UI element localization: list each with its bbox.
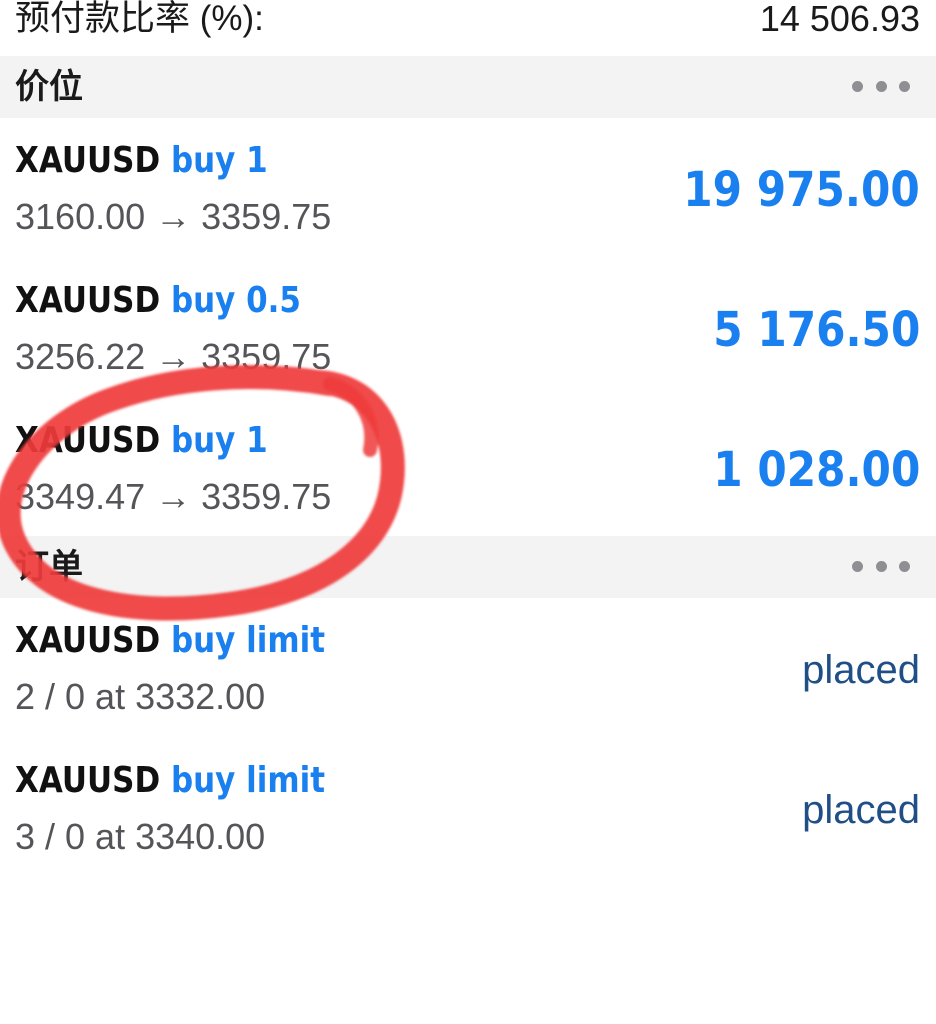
position-side: buy 1: [170, 420, 268, 461]
positions-section-header: 价位: [0, 56, 936, 118]
ellipsis-icon: [852, 80, 863, 92]
position-side: buy 0.5: [170, 280, 301, 321]
position-profit: 19 975.00: [683, 162, 920, 218]
position-side: buy 1: [170, 140, 268, 181]
position-row[interactable]: XAUUSD buy 1 3349.47 → 3359.75 1 028.00: [0, 398, 936, 538]
orders-section-header: 订单: [0, 536, 936, 598]
orders-more-button[interactable]: [852, 556, 910, 576]
position-symbol: XAUUSD: [15, 140, 161, 181]
ellipsis-icon: [852, 560, 863, 572]
orders-section-title: 订单: [15, 547, 83, 587]
position-price-change: 3160.00 → 3359.75: [15, 196, 332, 237]
order-status: placed: [802, 788, 920, 832]
order-type: buy limit: [170, 620, 326, 661]
position-price-change: 3256.22 → 3359.75: [15, 336, 332, 377]
order-status: placed: [802, 648, 920, 692]
positions-section-title: 价位: [15, 67, 83, 107]
margin-level-label: 预付款比率 (%):: [15, 0, 264, 38]
order-row[interactable]: XAUUSD buy limit 2 / 0 at 3332.00 placed: [0, 598, 936, 738]
position-price-change: 3349.47 → 3359.75: [15, 476, 332, 517]
position-profit: 5 176.50: [712, 302, 920, 358]
positions-more-button[interactable]: [852, 76, 910, 96]
order-type: buy limit: [170, 760, 326, 801]
margin-level-row: 预付款比率 (%): 14 506.93: [0, 0, 936, 56]
position-symbol: XAUUSD: [15, 420, 161, 461]
order-details: 2 / 0 at 3332.00: [15, 676, 266, 717]
order-symbol: XAUUSD: [15, 620, 161, 661]
order-row[interactable]: XAUUSD buy limit 3 / 0 at 3340.00 placed: [0, 738, 936, 878]
margin-level-value: 14 506.93: [759, 0, 920, 39]
position-row[interactable]: XAUUSD buy 1 3160.00 → 3359.75 19 975.00: [0, 118, 936, 258]
position-profit: 1 028.00: [712, 442, 920, 498]
position-symbol: XAUUSD: [15, 280, 161, 321]
position-row[interactable]: XAUUSD buy 0.5 3256.22 → 3359.75 5 176.5…: [0, 258, 936, 398]
order-symbol: XAUUSD: [15, 760, 161, 801]
order-details: 3 / 0 at 3340.00: [15, 816, 266, 857]
